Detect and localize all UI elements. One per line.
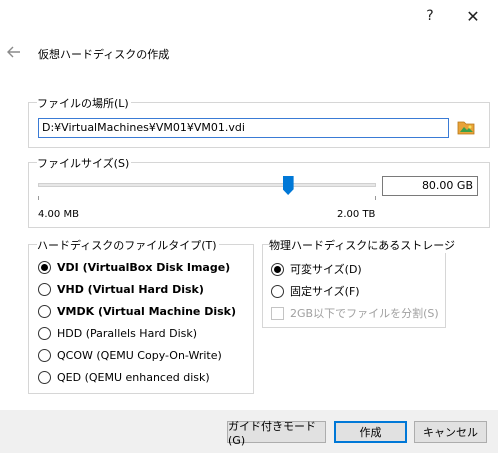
help-button[interactable]: ? — [420, 6, 440, 26]
disk-type-option-label: QED (QEMU enhanced disk) — [57, 371, 210, 384]
storage-option-label: 可変サイズ(D) — [290, 263, 362, 276]
file-path-input[interactable]: D:¥VirtualMachines¥VM01¥VM01.vdi — [38, 118, 449, 138]
slider-max-label: 2.00 TB — [337, 209, 376, 220]
storage-radio[interactable] — [271, 284, 284, 298]
disk-type-option-label: VMDK (Virtual Machine Disk) — [57, 305, 237, 318]
cancel-button[interactable]: キャンセル — [414, 421, 487, 443]
split-files-checkbox-row[interactable]: 2GB以下でファイルを分割(S) — [271, 305, 439, 321]
storage-label: 物理ハードディスクにあるストレージ — [269, 237, 458, 253]
create-button[interactable]: 作成 — [334, 421, 407, 443]
slider-ticks — [38, 196, 376, 200]
disk-type-option[interactable]: QCOW (QEMU Copy-On-Write) — [38, 349, 222, 362]
disk-type-option[interactable]: QED (QEMU enhanced disk) — [38, 371, 210, 384]
slider-min-label: 4.00 MB — [38, 209, 79, 220]
disk-type-option-label: VHD (Virtual Hard Disk) — [57, 283, 204, 296]
disk-type-option-label: VDI (VirtualBox Disk Image) — [57, 261, 231, 274]
folder-icon[interactable] — [457, 119, 475, 135]
file-size-label: ファイルサイズ(S) — [37, 155, 132, 171]
disk-type-option-label: QCOW (QEMU Copy-On-Write) — [57, 349, 222, 362]
size-value-input[interactable]: 80.00 GB — [382, 176, 478, 196]
disk-type-radio[interactable] — [38, 327, 51, 340]
disk-type-option-label: HDD (Parallels Hard Disk) — [57, 327, 198, 340]
disk-type-option[interactable]: VMDK (Virtual Machine Disk) — [38, 305, 236, 318]
page-title: 仮想ハードディスクの作成 — [38, 48, 170, 61]
size-slider-track[interactable] — [38, 183, 376, 187]
disk-type-radio[interactable] — [38, 371, 51, 384]
disk-type-option[interactable]: HDD (Parallels Hard Disk) — [38, 327, 197, 340]
storage-option-label: 固定サイズ(F) — [290, 285, 360, 298]
disk-type-radio[interactable] — [38, 283, 51, 296]
storage-option[interactable]: 可変サイズ(D) — [271, 261, 362, 277]
disk-type-option[interactable]: VHD (Virtual Hard Disk) — [38, 283, 204, 296]
storage-option[interactable]: 固定サイズ(F) — [271, 283, 360, 299]
disk-type-radio[interactable] — [38, 261, 51, 274]
back-arrow-icon[interactable] — [7, 44, 21, 62]
disk-type-radio[interactable] — [38, 305, 51, 318]
split-files-label: 2GB以下でファイルを分割(S) — [290, 307, 439, 320]
guided-mode-button[interactable]: ガイド付きモード(G) — [227, 420, 326, 447]
disk-type-radio[interactable] — [38, 349, 51, 362]
storage-radio[interactable] — [271, 262, 284, 276]
disk-type-option[interactable]: VDI (VirtualBox Disk Image) — [38, 261, 230, 274]
file-location-label: ファイルの場所(L) — [37, 95, 131, 111]
disk-type-label: ハードディスクのファイルタイプ(T) — [37, 237, 219, 253]
close-button[interactable]: ✕ — [463, 6, 483, 26]
split-files-checkbox[interactable] — [271, 306, 284, 320]
